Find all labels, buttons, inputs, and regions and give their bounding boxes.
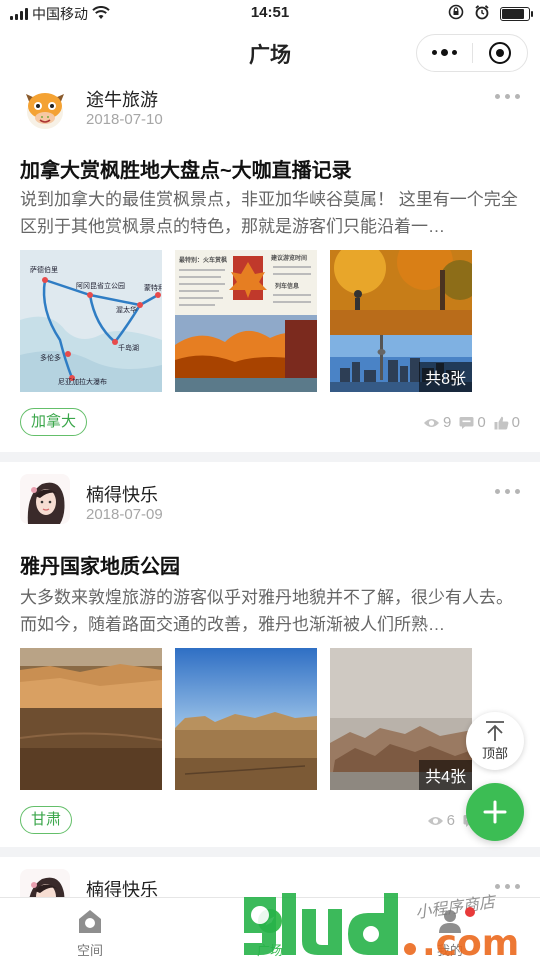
- back-to-top-button[interactable]: 顶部: [466, 712, 524, 770]
- post-image[interactable]: 共8张: [330, 250, 472, 392]
- post-image[interactable]: 最特别：火车赏枫 建议游览时间 列车信息: [175, 250, 317, 392]
- avatar[interactable]: [20, 84, 70, 134]
- post-date: 2018-07-09: [86, 506, 163, 523]
- comments-count: 0: [477, 414, 486, 431]
- avatar[interactable]: [20, 869, 70, 897]
- post-more-button[interactable]: [495, 489, 520, 494]
- post-more-button[interactable]: [495, 884, 520, 889]
- tab-square[interactable]: 广场: [180, 898, 360, 960]
- map-label: 尼亚加拉大瀑布: [58, 377, 107, 386]
- post-title[interactable]: 雅丹国家地质公园: [20, 550, 180, 579]
- orientation-lock-icon: [448, 4, 464, 23]
- navigation-bar: 广场: [0, 28, 540, 78]
- tab-space[interactable]: 空间: [0, 898, 180, 960]
- tab-label: 空间: [76, 943, 103, 958]
- post-title[interactable]: 加拿大赏枫胜地大盘点~大咖直播记录: [20, 154, 352, 183]
- close-mini-program-button[interactable]: [473, 42, 527, 64]
- post-date: 2018-07-10: [86, 111, 163, 128]
- map-label: 千岛湖: [118, 343, 139, 352]
- post-excerpt[interactable]: 大多数来敦煌旅游的游客似乎对雅丹地貌并不了解，很少有人去。而如今，随着路面交通的…: [20, 584, 520, 638]
- home-icon: [74, 905, 106, 937]
- target-icon: [488, 42, 511, 64]
- user-icon: [434, 905, 466, 937]
- author-name[interactable]: 楠得快乐: [86, 876, 158, 897]
- map-label: 萨德伯里: [30, 265, 58, 274]
- views-count: 9: [442, 414, 452, 431]
- tab-label: 广场: [256, 943, 283, 958]
- post-stats: 9 0 0: [423, 414, 520, 431]
- comment-icon: [459, 416, 474, 429]
- map-label: 多伦多: [40, 353, 61, 362]
- post-card[interactable]: 楠得快乐: [0, 857, 540, 897]
- post-image[interactable]: [20, 648, 162, 790]
- post-image[interactable]: 萨德伯里 阿冈昆省立公园 渥太华 蒙特利 千岛湖 多伦多 尼亚加拉大瀑布: [20, 250, 162, 392]
- battery-icon: [500, 6, 533, 21]
- compass-icon: [254, 905, 286, 937]
- likes-stat[interactable]: 0: [494, 414, 520, 431]
- post-card[interactable]: 途牛旅游 2018-07-10 加拿大赏枫胜地大盘点~大咖直播记录 说到加拿大的…: [0, 78, 540, 452]
- eye-icon: [427, 816, 443, 825]
- post-image-grid: 共4张: [20, 648, 520, 792]
- location-tag[interactable]: 加拿大: [20, 408, 88, 436]
- avatar[interactable]: [20, 474, 70, 524]
- post-card[interactable]: 楠得快乐 2018-07-09 雅丹国家地质公园 大多数来敦煌旅游的游客似乎对雅…: [0, 462, 540, 847]
- author-name[interactable]: 楠得快乐: [86, 481, 158, 507]
- arrow-up-icon: [486, 721, 504, 741]
- tab-bar: 空间 广场 我的: [0, 897, 540, 960]
- likes-count: 0: [511, 414, 520, 431]
- post-image[interactable]: 共4张: [330, 648, 472, 790]
- tab-label: 我的: [436, 943, 463, 958]
- poster-heading: 列车信息: [275, 282, 299, 290]
- views-stat: 6: [427, 812, 455, 829]
- status-bar: 中国移动 14:51: [0, 0, 540, 28]
- map-label: 渥太华: [116, 305, 137, 314]
- thumbs-up-icon: [494, 416, 509, 430]
- mini-program-capsule: [416, 34, 528, 72]
- poster-heading: 最特别：火车赏枫: [179, 256, 227, 264]
- views-count: 6: [446, 812, 455, 829]
- tab-mine[interactable]: 我的: [360, 898, 540, 960]
- map-label: 蒙特利: [144, 283, 162, 292]
- views-stat: 9: [423, 414, 451, 431]
- post-image-grid: 萨德伯里 阿冈昆省立公园 渥太华 蒙特利 千岛湖 多伦多 尼亚加拉大瀑布 最特别…: [20, 250, 520, 394]
- post-more-button[interactable]: [495, 94, 520, 99]
- poster-heading: 建议游览时间: [271, 254, 307, 262]
- alarm-icon: [474, 4, 490, 23]
- more-options-button[interactable]: [417, 49, 472, 56]
- image-count-badge: 共8张: [419, 362, 472, 392]
- post-excerpt[interactable]: 说到加拿大的最佳赏枫景点，非亚加华峡谷莫属！ 这里有一个完全区别于其他赏枫景点的…: [20, 186, 520, 240]
- author-name[interactable]: 途牛旅游: [86, 86, 158, 112]
- image-count-badge: 共4张: [419, 760, 472, 790]
- eye-icon: [423, 418, 439, 427]
- create-post-button[interactable]: [466, 783, 524, 841]
- location-tag[interactable]: 甘肃: [20, 806, 73, 834]
- map-label: 阿冈昆省立公园: [76, 281, 125, 290]
- comments-stat[interactable]: 0: [459, 414, 486, 431]
- back-to-top-label: 顶部: [481, 746, 508, 761]
- post-image[interactable]: [175, 648, 317, 790]
- plus-icon: [483, 800, 507, 824]
